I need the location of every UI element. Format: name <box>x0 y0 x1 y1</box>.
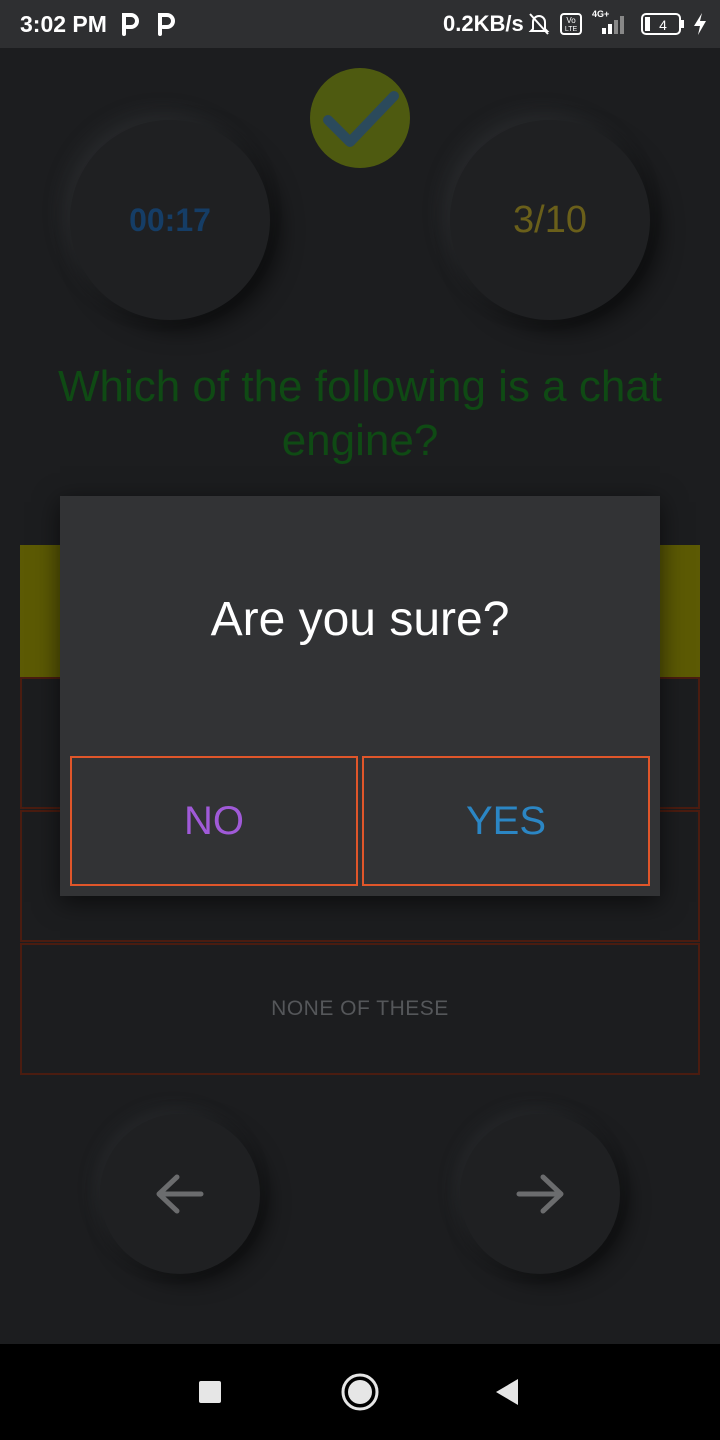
svg-text:Vo: Vo <box>566 16 576 25</box>
parking-app-icon <box>158 13 175 36</box>
system-navigation-bar <box>0 1344 720 1440</box>
next-question-button[interactable] <box>460 1114 620 1274</box>
back-icon[interactable] <box>494 1378 520 1406</box>
svg-text:4G+: 4G+ <box>592 9 609 19</box>
status-bar: 3:02 PM 0.2KB/s Vo LTE 4G+ 4 <box>0 0 720 48</box>
home-icon[interactable] <box>340 1372 380 1412</box>
previous-question-button[interactable] <box>100 1114 260 1274</box>
volte-icon: Vo LTE <box>560 13 582 35</box>
check-icon <box>323 91 399 147</box>
charging-icon <box>694 13 706 35</box>
status-time: 3:02 PM <box>20 11 107 37</box>
battery-icon: 4 <box>641 13 684 35</box>
arrow-left-icon <box>156 1174 204 1214</box>
signal-4g-icon: 4G+ <box>592 9 624 34</box>
svg-text:LTE: LTE <box>565 26 578 33</box>
bell-muted-icon <box>528 13 550 35</box>
question-counter-text: 3/10 <box>513 198 587 241</box>
timer-circle: 00:17 <box>70 120 270 320</box>
dialog-title: Are you sure? <box>210 593 510 646</box>
submit-check-button[interactable] <box>310 68 410 168</box>
parking-app-icon <box>122 13 139 36</box>
timer-text: 00:17 <box>129 201 211 238</box>
question-counter-circle: 3/10 <box>450 120 650 320</box>
arrow-right-icon <box>516 1174 564 1214</box>
no-button[interactable]: NO <box>70 756 358 886</box>
confirm-dialog: Are you sure? NO YES <box>60 496 660 896</box>
no-button-label: NO <box>184 798 244 843</box>
yes-button-label: YES <box>465 798 547 843</box>
battery-level: 4 <box>659 17 667 33</box>
recent-apps-icon[interactable] <box>198 1380 222 1404</box>
network-speed: 0.2KB/s <box>443 11 524 36</box>
option-label: NONE OF THESE <box>271 997 449 1020</box>
option-4[interactable]: NONE OF THESE <box>20 943 700 1075</box>
yes-button[interactable]: YES <box>362 756 650 886</box>
question-text: Which of the following is a chat engine? <box>57 362 663 465</box>
